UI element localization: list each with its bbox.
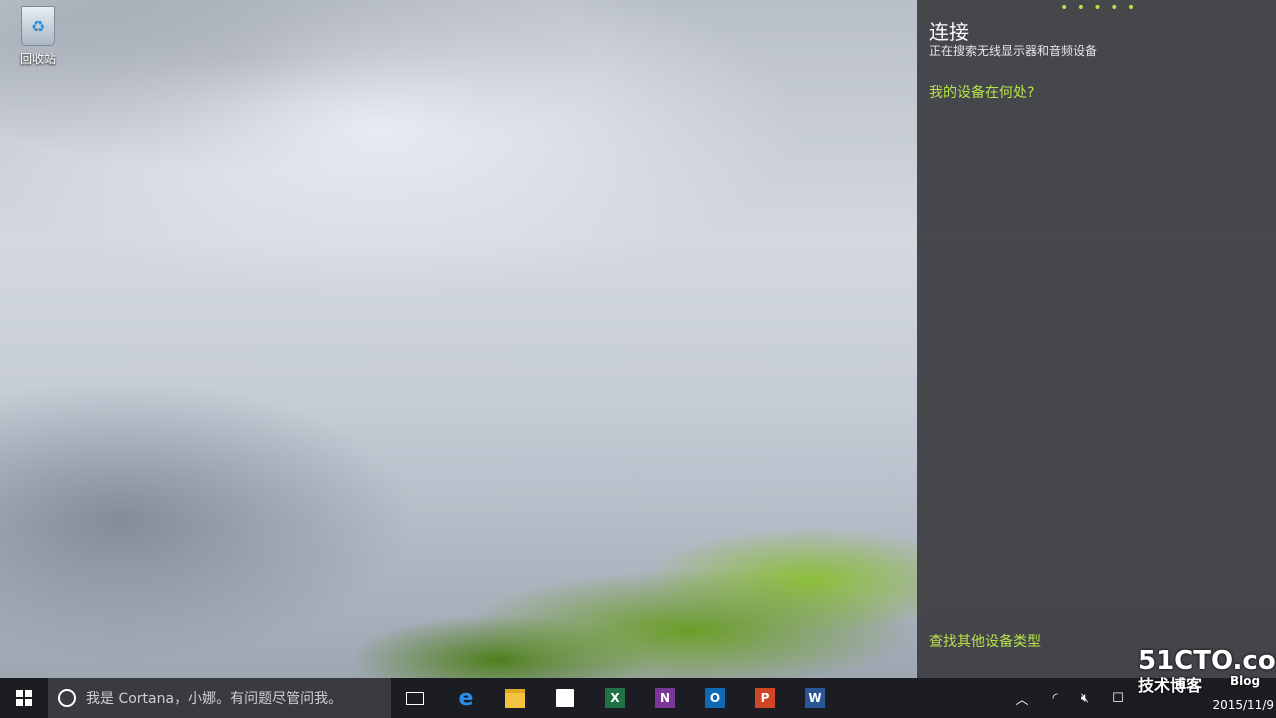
excel-button[interactable]: X (603, 686, 627, 710)
edge-button[interactable]: e (454, 685, 478, 711)
wifi-icon: ◜ (1052, 690, 1058, 706)
network-button[interactable]: ◜ (1045, 678, 1065, 718)
excel-icon: X (605, 688, 625, 708)
task-view-button[interactable] (403, 686, 427, 710)
notification-icon: ☐ (1112, 690, 1124, 706)
connect-title: 连接 (929, 20, 969, 44)
store-button[interactable] (553, 686, 577, 710)
folder-icon (505, 688, 525, 708)
volume-button[interactable]: 🔇︎ (1075, 678, 1095, 718)
task-view-icon (406, 691, 424, 705)
wallpaper-moss (330, 520, 950, 678)
onenote-button[interactable]: N (653, 686, 677, 710)
windows-logo-icon (16, 690, 32, 706)
cortana-search-box[interactable]: 我是 Cortana，小娜。有问题尽管问我。 (48, 678, 391, 718)
connect-status: 正在搜索无线显示器和音频设备 (929, 44, 1098, 58)
where-is-my-device-link[interactable]: 我的设备在何处? (929, 82, 1034, 102)
powerpoint-icon: P (755, 688, 775, 708)
connect-panel: • • • • • 连接 正在搜索无线显示器和音频设备 我的设备在何处? 查找其… (917, 0, 1276, 678)
watermark: 51CTO.com 技术博客 Blog (1138, 646, 1276, 696)
recycle-bin-icon: ♻ (21, 6, 55, 46)
start-button[interactable] (0, 678, 48, 718)
find-other-device-types-link[interactable]: 查找其他设备类型 (929, 631, 1041, 651)
outlook-icon: O (705, 688, 725, 708)
file-explorer-button[interactable] (503, 686, 527, 710)
cortana-icon (58, 689, 76, 707)
recycle-bin-label: 回收站 (19, 52, 56, 66)
powerpoint-button[interactable]: P (753, 686, 777, 710)
edge-icon: e (458, 685, 474, 711)
onenote-icon: N (655, 688, 675, 708)
volume-muted-icon: 🔇︎ (1080, 690, 1090, 706)
chevron-up-icon: ︿ (1015, 692, 1029, 708)
word-button[interactable]: W (803, 686, 827, 710)
clock-date: 2015/11/9 (1212, 698, 1274, 712)
action-center-button[interactable]: ☐ (1108, 678, 1128, 718)
outlook-button[interactable]: O (703, 686, 727, 710)
word-icon: W (805, 688, 825, 708)
show-hidden-icons-button[interactable]: ︿ (1012, 678, 1032, 718)
taskbar: 我是 Cortana，小娜。有问题尽管问我。 e X N O P W ︿ ◜ 🔇… (0, 678, 1276, 718)
recycle-bin-shortcut[interactable]: ♻ 回收站 (12, 6, 64, 67)
search-placeholder: 我是 Cortana，小娜。有问题尽管问我。 (86, 691, 343, 707)
watermark-blog: Blog (1230, 674, 1261, 688)
searching-progress-dots: • • • • • (1060, 0, 1138, 16)
store-icon (556, 689, 574, 707)
